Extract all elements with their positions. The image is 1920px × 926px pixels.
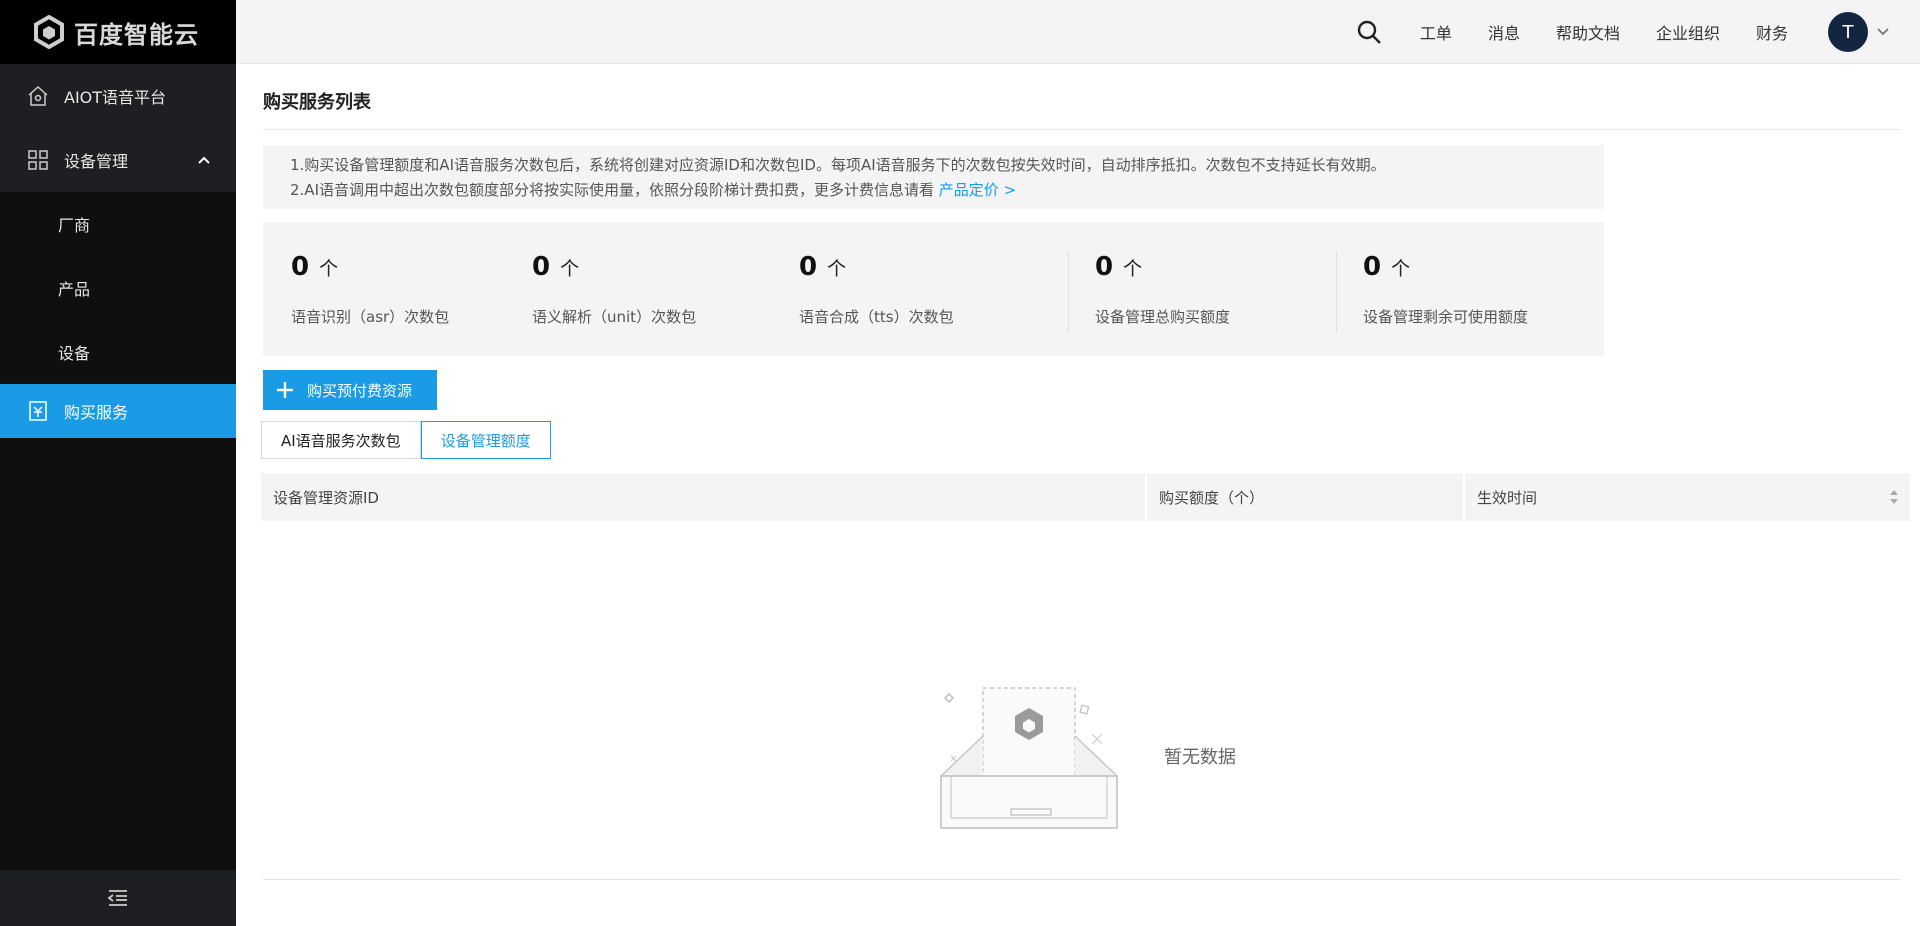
- sidebar-item-device[interactable]: 设备: [0, 320, 236, 384]
- stat-label: 语音合成（tts）次数包: [799, 308, 954, 326]
- stat-value: 0个: [799, 252, 847, 282]
- top-header: 工单 消息 帮助文档 企业组织 财务 T: [236, 0, 1920, 64]
- header-link-messages[interactable]: 消息: [1488, 20, 1520, 44]
- stat-label: 语义解析（unit）次数包: [532, 308, 697, 326]
- user-avatar[interactable]: T: [1828, 12, 1868, 52]
- stat-value: 0个: [1095, 252, 1143, 282]
- brand-name: 百度智能云: [74, 20, 199, 49]
- sidebar-item-label: 购买服务: [64, 403, 129, 422]
- search-icon: [1357, 20, 1381, 44]
- sidebar-item-purchase-service[interactable]: 购买服务: [0, 384, 236, 438]
- stat-label: 语音识别（asr）次数包: [291, 308, 450, 326]
- stat-label: 设备管理剩余可使用额度: [1363, 308, 1529, 326]
- header-link-ticket[interactable]: 工单: [1420, 20, 1452, 44]
- sidebar-item-label: AIOT语音平台: [64, 88, 167, 107]
- notice-line-2-text: 2.AI语音调用中超出次数包额度部分将按实际使用量，依照分段阶梯计费扣费，更多计…: [290, 181, 935, 199]
- sidebar-item-label: 设备: [58, 344, 91, 363]
- header-link-finance[interactable]: 财务: [1756, 20, 1788, 44]
- grid-icon: [26, 148, 50, 172]
- column-header-effective-time[interactable]: 生效时间: [1465, 473, 1910, 521]
- empty-box-icon: [940, 687, 1118, 829]
- stat-label: 设备管理总购买额度: [1095, 308, 1231, 326]
- sidebar-item-label: 产品: [58, 280, 91, 299]
- title-divider: [263, 129, 1900, 130]
- bottom-divider: [263, 879, 1900, 880]
- resource-tabs: AI语音服务次数包 设备管理额度: [261, 421, 551, 459]
- sort-icon[interactable]: [1888, 487, 1900, 507]
- header-link-organization[interactable]: 企业组织: [1656, 20, 1720, 44]
- notice-line-2: 2.AI语音调用中超出次数包额度部分将按实际使用量，依照分段阶梯计费扣费，更多计…: [290, 178, 1604, 203]
- empty-state-text: 暂无数据: [1164, 747, 1236, 768]
- header-link-help-docs[interactable]: 帮助文档: [1556, 20, 1620, 44]
- sidebar-item-aiot[interactable]: AIOT语音平台: [0, 64, 236, 128]
- sidebar-item-vendor[interactable]: 厂商: [0, 192, 236, 256]
- page-title: 购买服务列表: [263, 92, 371, 113]
- stat-divider: [1336, 252, 1337, 332]
- chevron-up-icon: [198, 153, 210, 167]
- tab-device-quota[interactable]: 设备管理额度: [420, 421, 551, 459]
- header-actions: 工单 消息 帮助文档 企业组织 财务 T: [1354, 0, 1890, 64]
- sidebar-item-label: 设备管理: [64, 152, 129, 171]
- receipt-icon: [26, 399, 50, 423]
- chevron-down-icon[interactable]: [1876, 25, 1890, 39]
- stat-value: 0个: [291, 252, 339, 282]
- search-button[interactable]: [1354, 17, 1384, 47]
- stat-value: 0个: [1363, 252, 1411, 282]
- stat-divider: [1068, 252, 1069, 332]
- stat-value: 0个: [532, 252, 580, 282]
- sidebar-item-product[interactable]: 产品: [0, 256, 236, 320]
- column-header-label: 生效时间: [1477, 488, 1538, 507]
- sidebar: 百度智能云 AIOT语音平台 设备管理 厂商 产品 设备 购买服务: [0, 0, 236, 926]
- table-header: 设备管理资源ID 购买额度（个） 生效时间: [261, 473, 1910, 521]
- sidebar-item-device-management[interactable]: 设备管理: [0, 128, 236, 192]
- empty-state: 暂无数据: [236, 521, 1920, 926]
- tab-ai-voice-packages[interactable]: AI语音服务次数包: [261, 421, 421, 459]
- stats-panel: 0个 语音识别（asr）次数包 0个 语义解析（unit）次数包 0个 语音合成…: [263, 222, 1604, 356]
- notice-box: 1.购买设备管理额度和AI语音服务次数包后，系统将创建对应资源ID和次数包ID。…: [263, 145, 1604, 209]
- column-header-quota[interactable]: 购买额度（个）: [1147, 473, 1465, 521]
- baidu-cloud-logo-icon: [34, 15, 64, 49]
- column-header-resource-id[interactable]: 设备管理资源ID: [261, 473, 1147, 521]
- buy-prepaid-button[interactable]: 购买预付费资源: [263, 370, 437, 410]
- main-content: 购买服务列表 1.购买设备管理额度和AI语音服务次数包后，系统将创建对应资源ID…: [236, 64, 1920, 926]
- home-icon: [26, 84, 50, 108]
- menu-collapse-icon: [107, 890, 127, 906]
- plus-icon: [275, 380, 295, 400]
- pricing-link[interactable]: 产品定价 >: [939, 181, 1016, 199]
- sidebar-item-label: 厂商: [58, 216, 91, 235]
- sidebar-collapse-button[interactable]: [0, 870, 236, 926]
- sidebar-nav: AIOT语音平台 设备管理 厂商 产品 设备 购买服务: [0, 64, 236, 438]
- brand-logo[interactable]: 百度智能云: [0, 0, 236, 64]
- notice-line-1: 1.购买设备管理额度和AI语音服务次数包后，系统将创建对应资源ID和次数包ID。…: [290, 156, 1386, 174]
- buy-prepaid-label: 购买预付费资源: [307, 382, 413, 400]
